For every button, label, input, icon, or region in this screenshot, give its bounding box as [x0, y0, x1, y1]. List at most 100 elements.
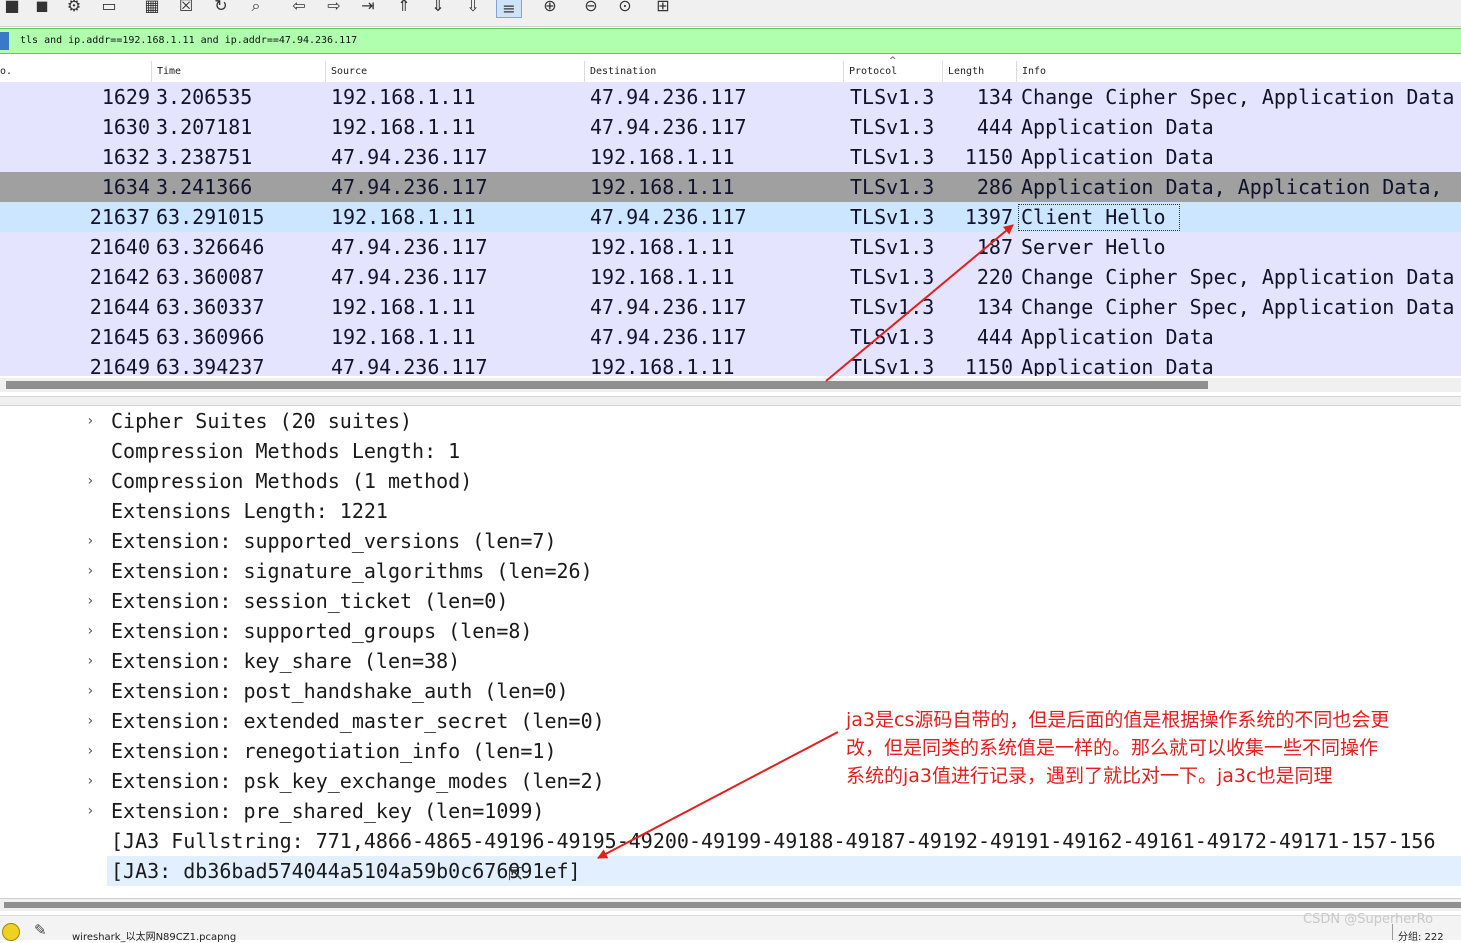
packet-protocol: TLSv1.3: [850, 355, 935, 376]
find-packet-icon[interactable]: ⌕: [244, 0, 268, 14]
column-header-no[interactable]: o.: [0, 61, 151, 82]
display-filter-input[interactable]: [12, 29, 1461, 53]
detail-tree-item[interactable]: › Extension: supported_groups (len=8): [0, 616, 1461, 646]
expert-info-icon[interactable]: [2, 923, 20, 941]
autoscroll-icon[interactable]: ⇩: [461, 0, 485, 14]
detail-tree-item[interactable]: › Compression Methods (1 method): [0, 466, 1461, 496]
packet-details-tree: › Cipher Suites (20 suites) Compression Me…: [0, 406, 1461, 896]
detail-tree-item[interactable]: Compression Methods Length: 1: [0, 436, 1461, 466]
packet-row[interactable]: 21649 63.394237 47.94.236.117 192.168.1.11 T…: [0, 352, 1461, 376]
zoom-normal-icon[interactable]: ⊙: [613, 0, 637, 14]
chevron-right-icon[interactable]: ›: [86, 646, 94, 676]
stop-capture-icon[interactable]: ■: [0, 0, 24, 14]
packet-row[interactable]: 1629 3.206535 192.168.1.11 47.94.236.117 TLS…: [0, 82, 1461, 112]
packet-row[interactable]: 1630 3.207181 192.168.1.11 47.94.236.117 TLS…: [0, 112, 1461, 142]
packet-row-selected[interactable]: 21637 63.291015 192.168.1.11 47.94.236.117 T…: [0, 202, 1461, 232]
packet-no: 21649: [89, 355, 150, 376]
capture-options-icon[interactable]: ⚙: [62, 0, 86, 14]
packet-source: 192.168.1.11: [331, 325, 476, 349]
detail-tree-label: Compression Methods Length: 1: [111, 439, 461, 463]
chevron-right-icon[interactable]: ›: [86, 736, 94, 766]
column-header-time[interactable]: Time: [151, 61, 325, 82]
packet-row[interactable]: 1634 3.241366 47.94.236.117 192.168.1.11 TLS…: [0, 172, 1461, 202]
chevron-right-icon[interactable]: ›: [86, 586, 94, 616]
zoom-out-icon[interactable]: ⊖: [579, 0, 603, 14]
packet-length: 444: [976, 115, 1013, 139]
column-header-destination[interactable]: Destination: [584, 61, 843, 82]
detail-tree-label: Extension: renegotiation_info (len=1): [111, 739, 557, 763]
annotation-line: 改，但是同类的系统值是一样的。那么就可以收集一些不同操作: [846, 737, 1379, 759]
chevron-right-icon[interactable]: ›: [86, 406, 94, 436]
chevron-right-icon[interactable]: ›: [86, 706, 94, 736]
first-packet-icon[interactable]: ⇑: [392, 0, 416, 14]
pane-splitter[interactable]: [0, 396, 1461, 406]
detail-tree-label: Extension: signature_algorithms (len=26): [111, 559, 593, 583]
packet-destination: 192.168.1.11: [590, 235, 735, 259]
go-back-icon[interactable]: ⇦: [287, 0, 311, 14]
packet-info: Change Cipher Spec, Application Data: [1021, 265, 1455, 289]
packet-length: 220: [976, 265, 1013, 289]
capture-comment-icon[interactable]: ✎: [34, 921, 47, 939]
reload-icon[interactable]: ↻: [209, 0, 233, 14]
filter-bookmark-icon[interactable]: [0, 32, 9, 50]
last-packet-icon[interactable]: ⇓: [426, 0, 450, 14]
colorize-icon[interactable]: ≡: [496, 0, 522, 18]
packet-source: 192.168.1.11: [331, 205, 476, 229]
scrollbar-thumb[interactable]: [4, 902, 1461, 908]
go-forward-icon[interactable]: ⇨: [322, 0, 346, 14]
detail-tree-item[interactable]: Extensions Length: 1221: [0, 496, 1461, 526]
chevron-right-icon[interactable]: ›: [86, 466, 94, 496]
chevron-right-icon[interactable]: ›: [86, 526, 94, 556]
chevron-right-icon[interactable]: ›: [86, 766, 94, 796]
main-toolbar: ■ ◼ ⚙ ▭ ▦ ☒ ↻ ⌕ ⇦ ⇨ ⇥ ⇑ ⇓ ⇩ ≡ ⊕ ⊖ ⊙ ⊞: [0, 0, 1461, 27]
restart-capture-icon[interactable]: ◼: [30, 0, 54, 14]
capture-file-name: wireshark_以太网N89CZ1.pcapng: [72, 932, 237, 943]
detail-tree-item[interactable]: › Extension: pre_shared_key (len=1099): [0, 796, 1461, 826]
detail-tree-label: Extension: session_ticket (len=0): [111, 589, 509, 613]
detail-tree-item[interactable]: › Extension: signature_algorithms (len=26…: [0, 556, 1461, 586]
detail-tree-item[interactable]: [JA3: db36bad574044a5104a59b0c676991ef]: [107, 856, 1461, 886]
sort-ascending-icon: ^: [889, 56, 897, 66]
save-file-icon[interactable]: ▦: [140, 0, 164, 14]
resize-columns-icon[interactable]: ⊞: [651, 0, 675, 14]
packet-source: 47.94.236.117: [331, 175, 488, 199]
packet-row[interactable]: 21642 63.360087 47.94.236.117 192.168.1.11 T…: [0, 262, 1461, 292]
column-header-source[interactable]: Source: [325, 61, 584, 82]
detail-tree-label: Compression Methods (1 method): [111, 469, 473, 493]
packet-row[interactable]: 21644 63.360337 192.168.1.11 47.94.236.117 T…: [0, 292, 1461, 322]
go-to-packet-icon[interactable]: ⇥: [356, 0, 380, 14]
packet-time: 3.241366: [156, 175, 253, 199]
chevron-right-icon[interactable]: ›: [86, 556, 94, 586]
packet-info: Change Cipher Spec, Application Data: [1021, 85, 1455, 109]
packet-time: 3.238751: [156, 145, 253, 169]
chevron-right-icon[interactable]: ›: [86, 616, 94, 646]
column-header-info[interactable]: Info: [1016, 61, 1461, 82]
packet-info: Change Cipher Spec, Application Data: [1021, 295, 1455, 319]
detail-tree-item[interactable]: › Extension: session_ticket (len=0): [0, 586, 1461, 616]
detail-tree-item[interactable]: [JA3 Fullstring: 771,4866-4865-49196-491…: [0, 826, 1461, 856]
detail-tree-item[interactable]: › Extension: post_handshake_auth (len=0): [0, 676, 1461, 706]
packet-source: 192.168.1.11: [331, 115, 476, 139]
packet-time: 63.326646: [156, 235, 265, 259]
zoom-in-icon[interactable]: ⊕: [538, 0, 562, 14]
detail-tree-item[interactable]: › Extension: supported_versions (len=7): [0, 526, 1461, 556]
scrollbar-thumb[interactable]: [6, 381, 1208, 389]
detail-tree-label: Extension: extended_master_secret (len=0…: [111, 709, 605, 733]
detail-tree-item[interactable]: › Extension: key_share (len=38): [0, 646, 1461, 676]
details-hscrollbar[interactable]: [0, 898, 1461, 911]
packet-list-hscrollbar[interactable]: [0, 378, 1461, 392]
packet-protocol: TLSv1.3: [850, 235, 935, 259]
packet-no: 1634: [101, 175, 150, 199]
chevron-right-icon[interactable]: ›: [86, 796, 94, 826]
close-file-icon[interactable]: ☒: [174, 0, 198, 14]
packet-no: 1629: [101, 85, 150, 109]
packet-row[interactable]: 1632 3.238751 47.94.236.117 192.168.1.11 TLS…: [0, 142, 1461, 172]
packet-row[interactable]: 21640 63.326646 47.94.236.117 192.168.1.11 T…: [0, 232, 1461, 262]
open-file-icon[interactable]: ▭: [97, 0, 121, 14]
packet-row[interactable]: 21645 63.360966 192.168.1.11 47.94.236.117 T…: [0, 322, 1461, 352]
chevron-right-icon[interactable]: ›: [86, 676, 94, 706]
packet-info: Application Data, Application Data,: [1021, 175, 1443, 199]
packet-length: 444: [976, 325, 1013, 349]
column-header-length[interactable]: Length: [942, 61, 1016, 82]
detail-tree-item[interactable]: › Cipher Suites (20 suites): [0, 406, 1461, 436]
